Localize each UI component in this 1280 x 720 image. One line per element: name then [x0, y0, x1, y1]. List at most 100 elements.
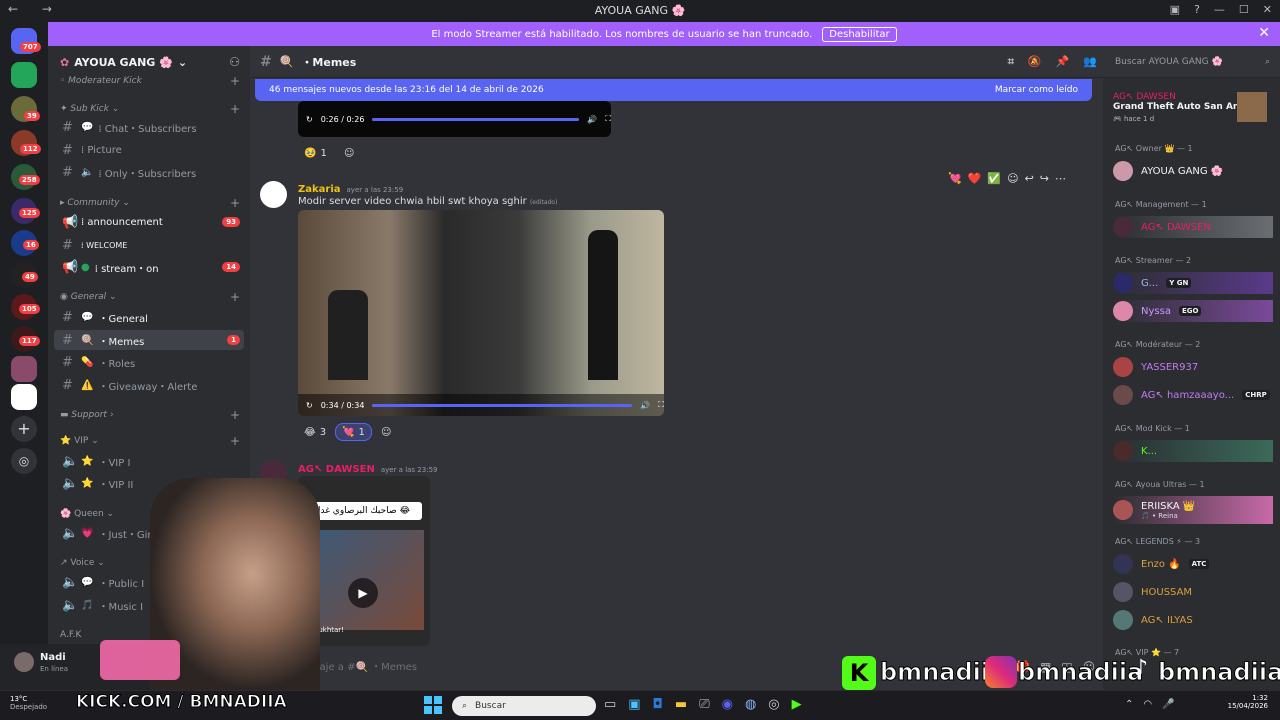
add-reaction-icon[interactable]: ☺ [375, 423, 397, 441]
video-player[interactable]: ↻ 0:34 / 0:34 🔊 ⛶ [298, 210, 664, 416]
pin-icon[interactable]: 📌 [1056, 55, 1070, 69]
message-author[interactable]: Zakaria [298, 184, 341, 195]
guild-header[interactable]: ✿ AYOUA GANG 🌸 ⌄ ⚇ [48, 46, 250, 78]
member-item[interactable]: HOUSSAM [1113, 581, 1273, 603]
disable-streamer-button[interactable]: Deshabilitar [822, 26, 897, 42]
add-server-icon[interactable]: + [11, 416, 37, 442]
close-window-icon[interactable]: ✕ [1263, 3, 1272, 16]
server-search[interactable]: Buscar AYOUA GANG 🌸 ⌕ [1103, 46, 1280, 78]
activity-card[interactable]: AG↖ DAWSEN [1113, 88, 1176, 102]
add-reaction-icon[interactable]: ☺ [338, 144, 360, 162]
reaction[interactable]: 💘 1 [335, 423, 372, 441]
obs-icon[interactable]: ◎ [768, 697, 779, 712]
reaction[interactable]: 😂 3 [298, 423, 332, 441]
members-icon[interactable]: 👥 [1083, 55, 1097, 69]
new-messages-bar[interactable]: 46 mensajes nuevos desde las 23:16 del 1… [255, 79, 1092, 101]
fullscreen-icon[interactable]: ⛶ [605, 114, 611, 124]
category-subkick[interactable]: ✦ Sub Kick ⌄ + [60, 102, 240, 116]
close-banner-icon[interactable]: ✕ [1258, 25, 1270, 41]
mute-icon[interactable]: 🔕 [1028, 55, 1042, 69]
server-icon[interactable] [11, 356, 37, 382]
play-icon[interactable]: ▶ [348, 578, 378, 608]
channel-welcome[interactable]: # ⁞ WELCOME [54, 235, 244, 255]
clapper-icon[interactable]: ⎚ [699, 697, 709, 712]
add-reaction-icon[interactable]: ☺ [1007, 172, 1018, 185]
store-icon[interactable]: ▣ [628, 697, 640, 712]
category-moderateur[interactable]: ◦ Moderateur Kick + [60, 74, 240, 88]
steam-icon[interactable]: ◍ [745, 697, 756, 712]
invite-icon[interactable]: ⚇ [229, 55, 240, 69]
add-channel-icon[interactable]: + [230, 290, 240, 304]
member-item[interactable]: ERIISKA 👑 🎵 • Reina [1113, 496, 1273, 524]
taskbar-search[interactable]: ⌕ Buscar [452, 696, 596, 716]
heart-icon[interactable]: ❤️ [968, 172, 982, 185]
maximize-icon[interactable]: ☐ [1239, 3, 1249, 16]
add-channel-icon[interactable]: + [230, 434, 240, 448]
channel-only[interactable]: # 🔈 ⁞ Only・Subscribers [54, 162, 244, 182]
play-app-icon[interactable]: ▶ [792, 697, 802, 712]
channel-announcement[interactable]: 📢 ⁞ announcement 93 [54, 212, 244, 232]
channel-roles[interactable]: # 💊 ・Roles [54, 352, 244, 372]
channel-giveaway[interactable]: # ⚠️ ・Giveaway・Alerte [54, 375, 244, 395]
category-community[interactable]: ▸ Community ⌄ + [60, 196, 240, 210]
channel-stream[interactable]: 📢 ● ⁞ stream・on 14 [54, 257, 244, 277]
fullscreen-icon[interactable]: ⛶ [658, 400, 664, 410]
category-support[interactable]: ▬ Support › + [60, 408, 240, 422]
member-item[interactable]: K... [1113, 440, 1273, 462]
channel-picture[interactable]: # ⁞ Picture [54, 140, 244, 160]
heart-reaction-icon[interactable]: 💘 [948, 172, 962, 185]
progress-bar[interactable] [372, 117, 580, 121]
mark-read-button[interactable]: Marcar como leído [995, 85, 1078, 95]
reply-icon[interactable]: ↩ [1025, 172, 1034, 185]
check-icon[interactable]: ✅ [987, 172, 1001, 185]
category-voice[interactable]: ↗ Voice ⌄ [60, 558, 105, 568]
server-icon[interactable] [11, 62, 37, 88]
member-item[interactable]: AG↖ ILYAS [1113, 609, 1273, 631]
add-channel-icon[interactable]: + [230, 196, 240, 210]
task-view-icon[interactable]: ▭ [604, 697, 616, 712]
add-channel-icon[interactable]: + [230, 102, 240, 116]
weather-widget[interactable]: 13°C Despejado [10, 695, 47, 711]
member-item[interactable]: Enzo 🔥 ATC [1113, 553, 1273, 575]
search-input[interactable]: Buscar AYOUA GANG 🌸 [1115, 57, 1223, 67]
channel-general[interactable]: # 💬 ・General [54, 307, 244, 327]
channel-vip1[interactable]: 🔈 ⭐ ・VIP Ⅰ [54, 451, 244, 471]
member-item[interactable]: YASSER937 [1113, 356, 1273, 378]
member-item[interactable]: Nyssa EGO [1113, 300, 1273, 322]
member-item[interactable]: AG↖ hamzaaayo... CHRP [1113, 384, 1273, 406]
forward-icon[interactable]: ↪ [1040, 172, 1049, 185]
chevron-up-icon[interactable]: ⌃ [1125, 699, 1133, 710]
category-vip[interactable]: ⭐ VIP ⌄ + [60, 434, 240, 448]
reaction[interactable]: 🥹 1 [298, 144, 333, 162]
progress-bar[interactable] [372, 403, 633, 407]
message-author[interactable]: AG↖ DAWSEN [298, 464, 375, 475]
member-item[interactable]: AYOUA GANG 🌸 [1113, 160, 1273, 182]
avatar[interactable] [260, 181, 287, 208]
category-queen[interactable]: 🌸 Queen ⌄ [60, 509, 114, 519]
replay-icon[interactable]: ↻ [306, 401, 313, 410]
threads-icon[interactable]: ⌗ [1008, 55, 1014, 69]
channel-memes[interactable]: # 🍭 ・Memes 1 [54, 330, 244, 350]
channel-chat[interactable]: # 💬 ⁞ Chat・Subscribers [54, 117, 244, 137]
video-player[interactable]: ↻ 0:26 / 0:26 🔊 ⛶ [298, 101, 611, 137]
avatar[interactable] [14, 652, 34, 672]
minimize-icon[interactable]: — [1214, 3, 1225, 16]
network-icon[interactable]: ◠ [1143, 699, 1152, 710]
category-general[interactable]: ◉ General ⌄ + [60, 290, 240, 304]
replay-icon[interactable]: ↻ [306, 115, 313, 124]
member-item[interactable]: AG↖ DAWSEN [1113, 216, 1273, 238]
volume-icon[interactable]: 🔊 [640, 401, 650, 410]
help-icon[interactable]: ? [1194, 3, 1200, 16]
clock[interactable]: 1:32 15/04/2026 [1224, 694, 1268, 710]
more-icon[interactable]: ⋯ [1055, 172, 1066, 185]
add-channel-icon[interactable]: + [230, 74, 240, 88]
discover-icon[interactable]: ◎ [11, 448, 37, 474]
member-item[interactable]: G... Y GN [1113, 272, 1273, 294]
windows-start-icon[interactable] [424, 696, 442, 714]
discord-icon[interactable]: ◉ [722, 697, 733, 712]
category-afk[interactable]: A.F.K [60, 630, 81, 640]
outlook-icon[interactable]: ◘ [653, 697, 663, 712]
tiktok-live-server-icon[interactable] [11, 384, 37, 410]
add-channel-icon[interactable]: + [230, 408, 240, 422]
folder-icon[interactable]: ▬ [675, 697, 687, 712]
